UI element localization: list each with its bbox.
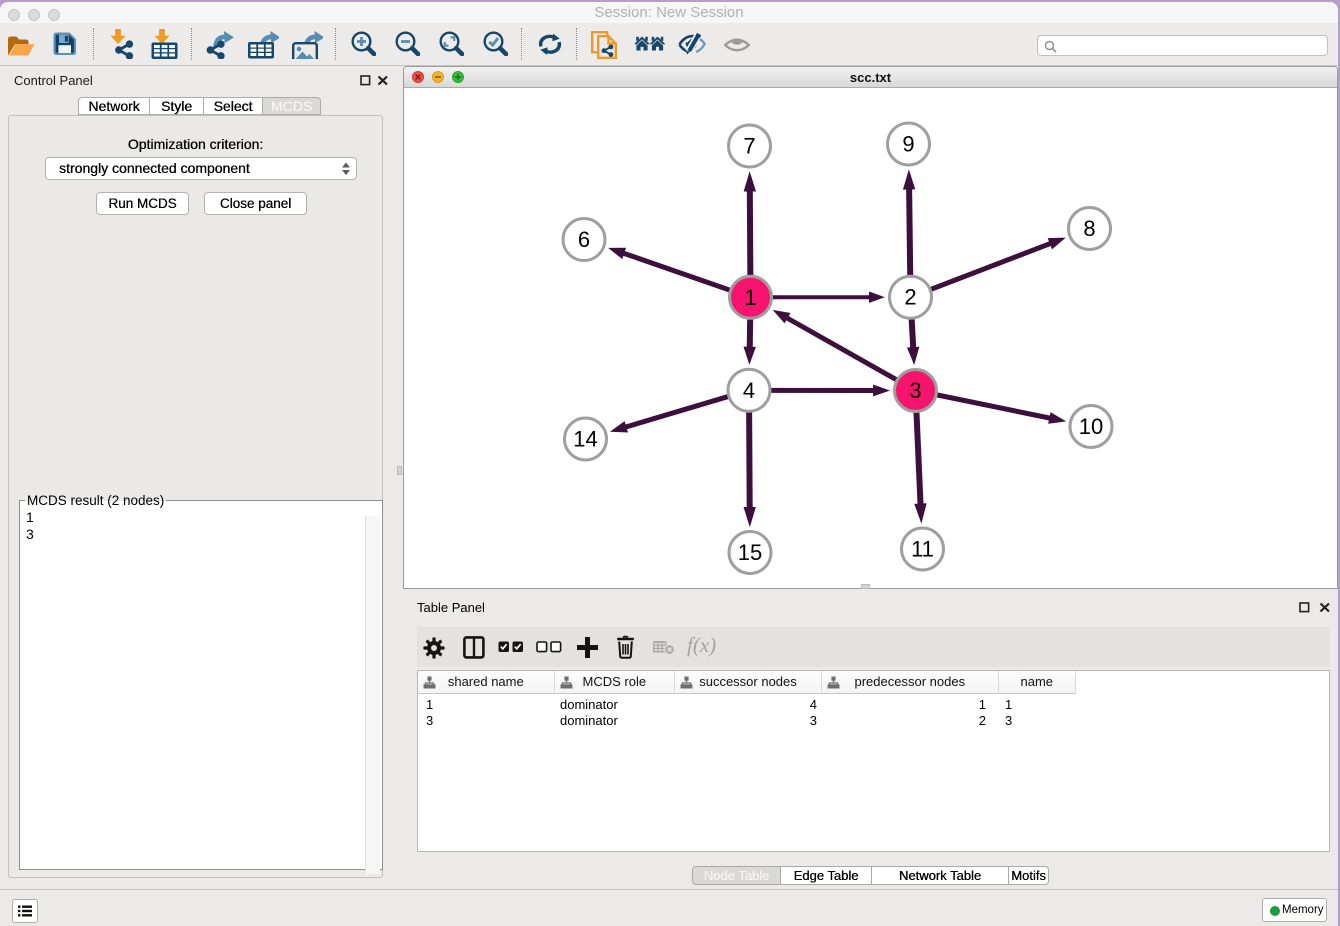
svg-text:2: 2 (904, 285, 916, 310)
svg-text:10: 10 (1079, 414, 1103, 439)
svg-text:6: 6 (578, 227, 590, 252)
svg-text:1: 1 (744, 285, 756, 310)
svg-text:3: 3 (909, 378, 921, 403)
svg-text:8: 8 (1083, 216, 1095, 241)
svg-text:14: 14 (573, 427, 597, 452)
svg-text:9: 9 (902, 132, 914, 157)
svg-text:4: 4 (743, 378, 755, 403)
svg-text:15: 15 (738, 540, 762, 565)
svg-text:11: 11 (911, 537, 934, 562)
svg-text:7: 7 (743, 134, 755, 159)
